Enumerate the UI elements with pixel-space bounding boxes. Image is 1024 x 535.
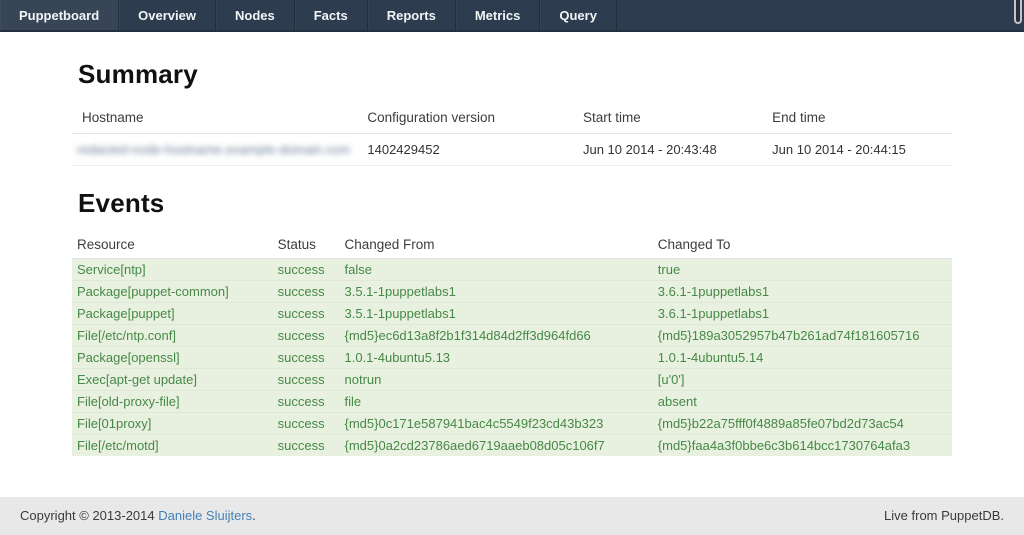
event-changed-to: true bbox=[653, 259, 952, 281]
event-changed-to: 3.6.1-1puppetlabs1 bbox=[653, 281, 952, 303]
event-changed-to: 1.0.1-4ubuntu5.14 bbox=[653, 347, 952, 369]
author-link[interactable]: Daniele Sluijters bbox=[158, 508, 252, 523]
nav-item-metrics[interactable]: Metrics bbox=[456, 0, 541, 30]
event-changed-to: 3.6.1-1puppetlabs1 bbox=[653, 303, 952, 325]
event-status: success bbox=[273, 281, 340, 303]
event-changed-from: false bbox=[340, 259, 653, 281]
event-changed-from: {md5}ec6d13a8f2b1f314d84d2ff3d964fd66 bbox=[340, 325, 653, 347]
events-col-changed-to: Changed To bbox=[653, 231, 952, 259]
events-table: Resource Status Changed From Changed To … bbox=[72, 231, 952, 456]
start-time-value: Jun 10 2014 - 20:43:48 bbox=[578, 134, 767, 166]
event-resource: Service[ntp] bbox=[72, 259, 273, 281]
summary-header-row: Hostname Configuration version Start tim… bbox=[72, 102, 952, 134]
summary-col-config-version: Configuration version bbox=[362, 102, 578, 134]
copyright-text: Copyright © 2013-2014 Daniele Sluijters. bbox=[20, 508, 256, 523]
event-resource: Package[puppet] bbox=[72, 303, 273, 325]
event-row: Package[puppet] success 3.5.1-1puppetlab… bbox=[72, 303, 952, 325]
event-resource: Package[puppet-common] bbox=[72, 281, 273, 303]
event-changed-from: 3.5.1-1puppetlabs1 bbox=[340, 303, 653, 325]
puppetboard-report-page: Puppetboard Overview Nodes Facts Reports… bbox=[0, 0, 1024, 535]
hostname-link-redacted[interactable]: redacted-node-hostname.example-domain.co… bbox=[77, 142, 350, 157]
event-changed-from: notrun bbox=[340, 369, 653, 391]
summary-data-row: redacted-node-hostname.example-domain.co… bbox=[72, 134, 952, 166]
event-resource: File[/etc/ntp.conf] bbox=[72, 325, 273, 347]
event-row: File[/etc/motd] success {md5}0a2cd23786a… bbox=[72, 435, 952, 457]
events-col-resource: Resource bbox=[72, 231, 273, 259]
nav-item-reports[interactable]: Reports bbox=[368, 0, 456, 30]
event-status: success bbox=[273, 369, 340, 391]
event-resource: Package[openssl] bbox=[72, 347, 273, 369]
event-changed-to: [u'0'] bbox=[653, 369, 952, 391]
event-row: Service[ntp] success false true bbox=[72, 259, 952, 281]
nav-item-facts[interactable]: Facts bbox=[295, 0, 368, 30]
copyright-suffix: . bbox=[252, 508, 256, 523]
page-footer: Copyright © 2013-2014 Daniele Sluijters.… bbox=[0, 497, 1024, 535]
nav-item-overview[interactable]: Overview bbox=[119, 0, 216, 30]
puppetdb-status-text: Live from PuppetDB. bbox=[884, 508, 1004, 523]
summary-col-end-time: End time bbox=[767, 102, 952, 134]
event-row: File[old-proxy-file] success file absent bbox=[72, 391, 952, 413]
scrollbar-thumb[interactable] bbox=[1014, 0, 1022, 24]
event-changed-from: 1.0.1-4ubuntu5.13 bbox=[340, 347, 653, 369]
end-time-value: Jun 10 2014 - 20:44:15 bbox=[767, 134, 952, 166]
event-row: File[/etc/ntp.conf] success {md5}ec6d13a… bbox=[72, 325, 952, 347]
top-navbar: Puppetboard Overview Nodes Facts Reports… bbox=[0, 0, 1024, 32]
event-status: success bbox=[273, 259, 340, 281]
event-row: File[01proxy] success {md5}0c171e587941b… bbox=[72, 413, 952, 435]
configuration-version-value: 1402429452 bbox=[362, 134, 578, 166]
navbar-brand[interactable]: Puppetboard bbox=[0, 0, 119, 30]
nav-item-query[interactable]: Query bbox=[540, 0, 617, 30]
event-resource: File[01proxy] bbox=[72, 413, 273, 435]
summary-table: Hostname Configuration version Start tim… bbox=[72, 102, 952, 166]
event-status: success bbox=[273, 347, 340, 369]
event-status: success bbox=[273, 391, 340, 413]
nav-item-nodes[interactable]: Nodes bbox=[216, 0, 295, 30]
event-changed-from: file bbox=[340, 391, 653, 413]
event-status: success bbox=[273, 413, 340, 435]
summary-heading: Summary bbox=[78, 59, 952, 90]
events-col-status: Status bbox=[273, 231, 340, 259]
events-col-changed-from: Changed From bbox=[340, 231, 653, 259]
event-changed-from: {md5}0c171e587941bac4c5549f23cd43b323 bbox=[340, 413, 653, 435]
event-status: success bbox=[273, 325, 340, 347]
event-row: Package[openssl] success 1.0.1-4ubuntu5.… bbox=[72, 347, 952, 369]
copyright-prefix: Copyright © 2013-2014 bbox=[20, 508, 158, 523]
event-resource: File[old-proxy-file] bbox=[72, 391, 273, 413]
event-resource: File[/etc/motd] bbox=[72, 435, 273, 457]
main-content: Summary Hostname Configuration version S… bbox=[72, 32, 952, 497]
event-status: success bbox=[273, 435, 340, 457]
events-header-row: Resource Status Changed From Changed To bbox=[72, 231, 952, 259]
event-row: Exec[apt-get update] success notrun [u'0… bbox=[72, 369, 952, 391]
event-changed-from: {md5}0a2cd23786aed6719aaeb08d05c106f7 bbox=[340, 435, 653, 457]
summary-col-hostname: Hostname bbox=[72, 102, 362, 134]
summary-col-start-time: Start time bbox=[578, 102, 767, 134]
event-changed-to: absent bbox=[653, 391, 952, 413]
event-changed-to: {md5}b22a75fff0f4889a85fe07bd2d73ac54 bbox=[653, 413, 952, 435]
event-changed-to: {md5}189a3052957b47b261ad74f181605716 bbox=[653, 325, 952, 347]
events-heading: Events bbox=[78, 188, 952, 219]
event-changed-to: {md5}faa4a3f0bbe6c3b614bcc1730764afa3 bbox=[653, 435, 952, 457]
event-resource: Exec[apt-get update] bbox=[72, 369, 273, 391]
event-changed-from: 3.5.1-1puppetlabs1 bbox=[340, 281, 653, 303]
event-row: Package[puppet-common] success 3.5.1-1pu… bbox=[72, 281, 952, 303]
event-status: success bbox=[273, 303, 340, 325]
